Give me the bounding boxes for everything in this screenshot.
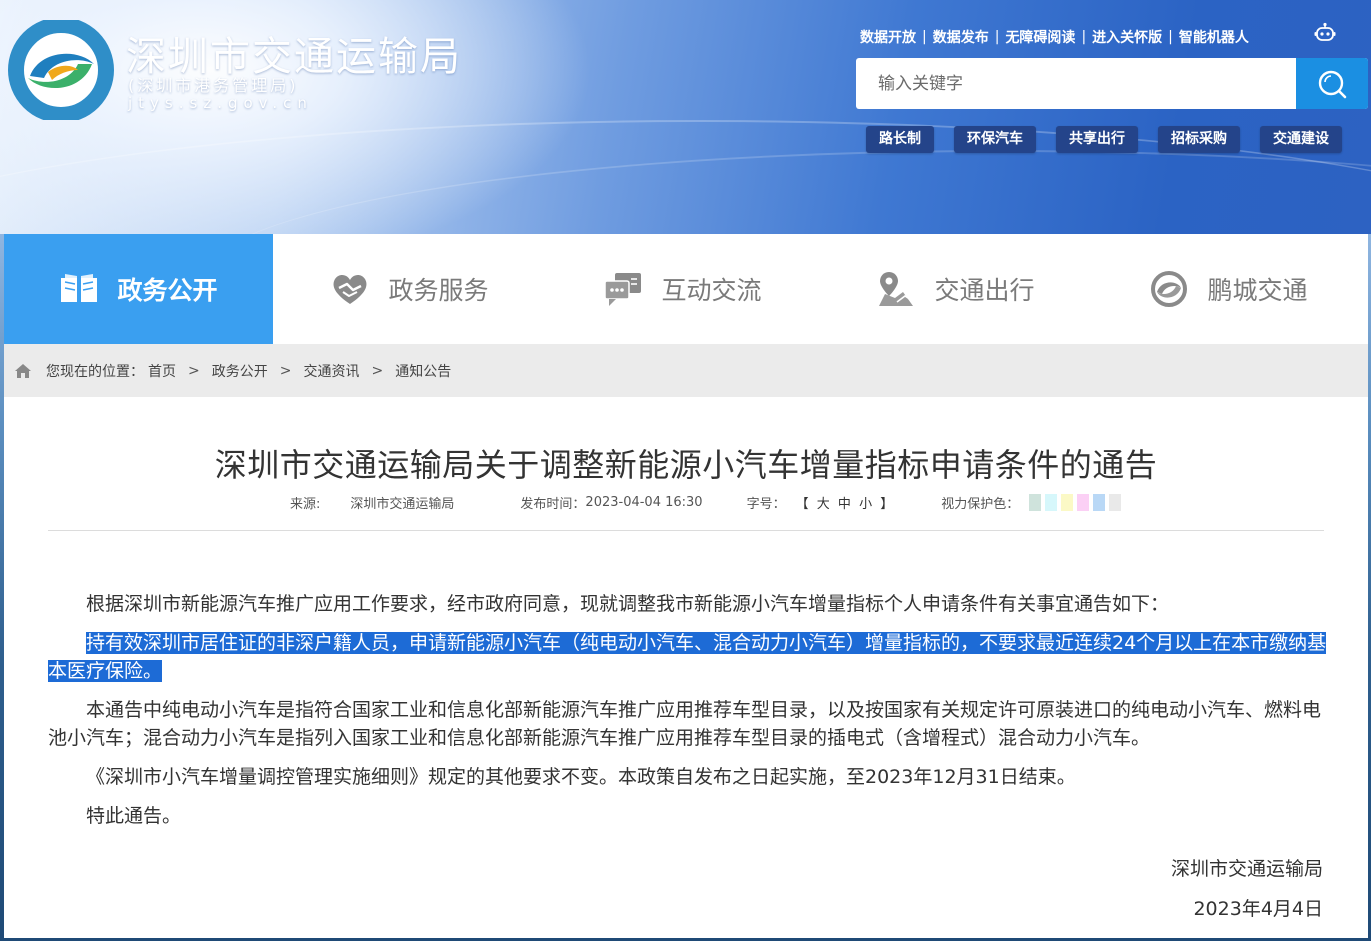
search-input[interactable]: [856, 58, 1296, 109]
signature: 深圳市交通运输局: [1170, 858, 1323, 880]
nav-gov-services[interactable]: 政务服务: [273, 234, 546, 344]
breadcrumb: 您现在的位置： 首页 > 政务公开 > 交通资讯 > 通知公告: [4, 344, 1368, 397]
paragraph: 根据深圳市新能源汽车推广应用工作要求，经市政府同意，现就调整我市新能源小汽车增量…: [86, 593, 1170, 615]
swatch-blue[interactable]: [1093, 493, 1106, 511]
font-size-medium[interactable]: 中: [838, 497, 853, 512]
separator: |: [1168, 29, 1173, 45]
search-button[interactable]: [1296, 58, 1368, 109]
site-logo[interactable]: [8, 17, 114, 123]
toplink-accessible-reading[interactable]: 无障碍阅读: [1005, 27, 1075, 47]
top-links: 数据开放 | 数据发布 | 无障碍阅读 | 进入关怀版 | 智能机器人: [860, 26, 1249, 48]
paragraph: 特此通告。: [86, 805, 182, 827]
tag-eco-cars[interactable]: 环保汽车: [954, 126, 1036, 153]
nav-label: 政务公开: [117, 276, 218, 305]
tag-procurement[interactable]: 招标采购: [1158, 126, 1240, 153]
source-value: 深圳市交通运输局: [350, 496, 455, 512]
font-size-large[interactable]: 大: [817, 497, 832, 512]
separator: |: [1081, 29, 1087, 45]
article-body: 根据深圳市新能源汽车推广应用工作要求，经市政府同意，现就调整我市新能源小汽车增量…: [48, 590, 1328, 841]
nav-label: 政务服务: [388, 276, 489, 305]
article-title: 深圳市交通运输局关于调整新能源小汽车增量指标申请条件的通告: [214, 446, 1158, 484]
toplink-care-version[interactable]: 进入关怀版: [1092, 27, 1162, 47]
book-icon: [59, 269, 99, 309]
font-size-small[interactable]: 小: [859, 497, 874, 512]
tag-road-chief[interactable]: 路长制: [866, 126, 934, 153]
site-subtitle: (深圳市港务管理局): [128, 76, 299, 95]
main-nav: 政务公开 政务服务 互动交流 交通出行 鹏城交通: [4, 234, 1368, 344]
home-icon[interactable]: [14, 363, 32, 379]
nav-pengcheng-traffic[interactable]: 鹏城交通: [1092, 234, 1365, 344]
nav-label: 互动交流: [661, 276, 762, 305]
breadcrumb-separator: >: [371, 362, 384, 379]
breadcrumb-notices[interactable]: 通知公告: [395, 361, 451, 381]
breadcrumb-lead: 您现在的位置：: [46, 363, 144, 380]
breadcrumb-separator: >: [279, 362, 292, 379]
breadcrumb-home[interactable]: 首页: [148, 361, 176, 381]
chat-icon: [603, 269, 643, 309]
paragraph: 本通告中纯电动小汽车是指符合国家工业和信息化部新能源汽车推广应用推荐车型目录，以…: [48, 699, 1322, 749]
map-pin-icon: [876, 269, 916, 309]
paragraph: 《深圳市小汽车增量调控管理实施细则》规定的其他要求不变。本政策自发布之日起实施，…: [86, 766, 1076, 788]
selected-text: 持有效深圳市居住证的非深户籍人员，申请新能源小汽车（纯电动小汽车、混合动力小汽车…: [48, 632, 1327, 682]
heart-hands-icon: [330, 269, 370, 309]
toplink-data-open[interactable]: 数据开放: [860, 27, 916, 47]
font-size-label: 字号：: [746, 496, 786, 512]
eye-protection-swatches: [1029, 493, 1125, 511]
site-domain: jtys.sz.gov.cn: [128, 94, 313, 112]
paragraph-selected: 持有效深圳市居住证的非深户籍人员，申请新能源小汽车（纯电动小汽车、混合动力小汽车…: [48, 629, 1328, 685]
breadcrumb-traffic-news[interactable]: 交通资讯: [303, 361, 359, 381]
breadcrumb-gov-affairs[interactable]: 政务公开: [212, 361, 268, 381]
bracket: 【: [795, 496, 811, 512]
font-size-selector: 【 大 中 小 】: [796, 493, 896, 512]
swatch-pink[interactable]: [1077, 493, 1090, 511]
swatch-yellow[interactable]: [1061, 493, 1074, 511]
source-label: 来源:: [290, 496, 321, 512]
tag-shared-travel[interactable]: 共享出行: [1056, 126, 1138, 153]
separator: |: [994, 29, 1000, 45]
robot-icon[interactable]: [1314, 22, 1336, 44]
swatch-green[interactable]: [1029, 493, 1042, 511]
swirl-icon: [1149, 269, 1189, 309]
search-icon: [1318, 70, 1347, 98]
content-area: 您现在的位置： 首页 > 政务公开 > 交通资讯 > 通知公告 深圳市交通运输局…: [4, 344, 1368, 938]
separator: |: [922, 29, 927, 45]
toplink-data-release[interactable]: 数据发布: [933, 27, 989, 47]
sign-date: 2023年4月4日: [1193, 898, 1323, 920]
eye-protection-label: 视力保护色：: [941, 496, 1020, 512]
nav-label: 交通出行: [934, 276, 1035, 305]
bracket: 】: [880, 496, 896, 512]
tag-traffic-construction[interactable]: 交通建设: [1260, 126, 1342, 153]
breadcrumb-separator: >: [188, 362, 200, 379]
swatch-cyan[interactable]: [1045, 493, 1058, 511]
site-header: 深圳市交通运输局 (深圳市港务管理局) jtys.sz.gov.cn 数据开放 …: [0, 0, 1371, 234]
search-box: [856, 58, 1368, 109]
nav-label: 鹏城交通: [1207, 276, 1308, 305]
nav-interaction[interactable]: 互动交流: [546, 234, 819, 344]
date-label: 发布时间：: [520, 496, 586, 512]
article-meta: 来源: 深圳市交通运输局 发布时间： 2023-04-04 16:30 字号： …: [290, 493, 1125, 512]
toplink-smart-robot[interactable]: 智能机器人: [1179, 27, 1249, 47]
nav-gov-affairs[interactable]: 政务公开: [4, 234, 273, 344]
nav-travel[interactable]: 交通出行: [819, 234, 1092, 344]
title-divider: [48, 530, 1324, 531]
swatch-gray[interactable]: [1109, 493, 1122, 511]
date-value: 2023-04-04 16:30: [585, 494, 703, 510]
quick-tags: 路长制 环保汽车 共享出行 招标采购 交通建设: [866, 126, 1342, 153]
